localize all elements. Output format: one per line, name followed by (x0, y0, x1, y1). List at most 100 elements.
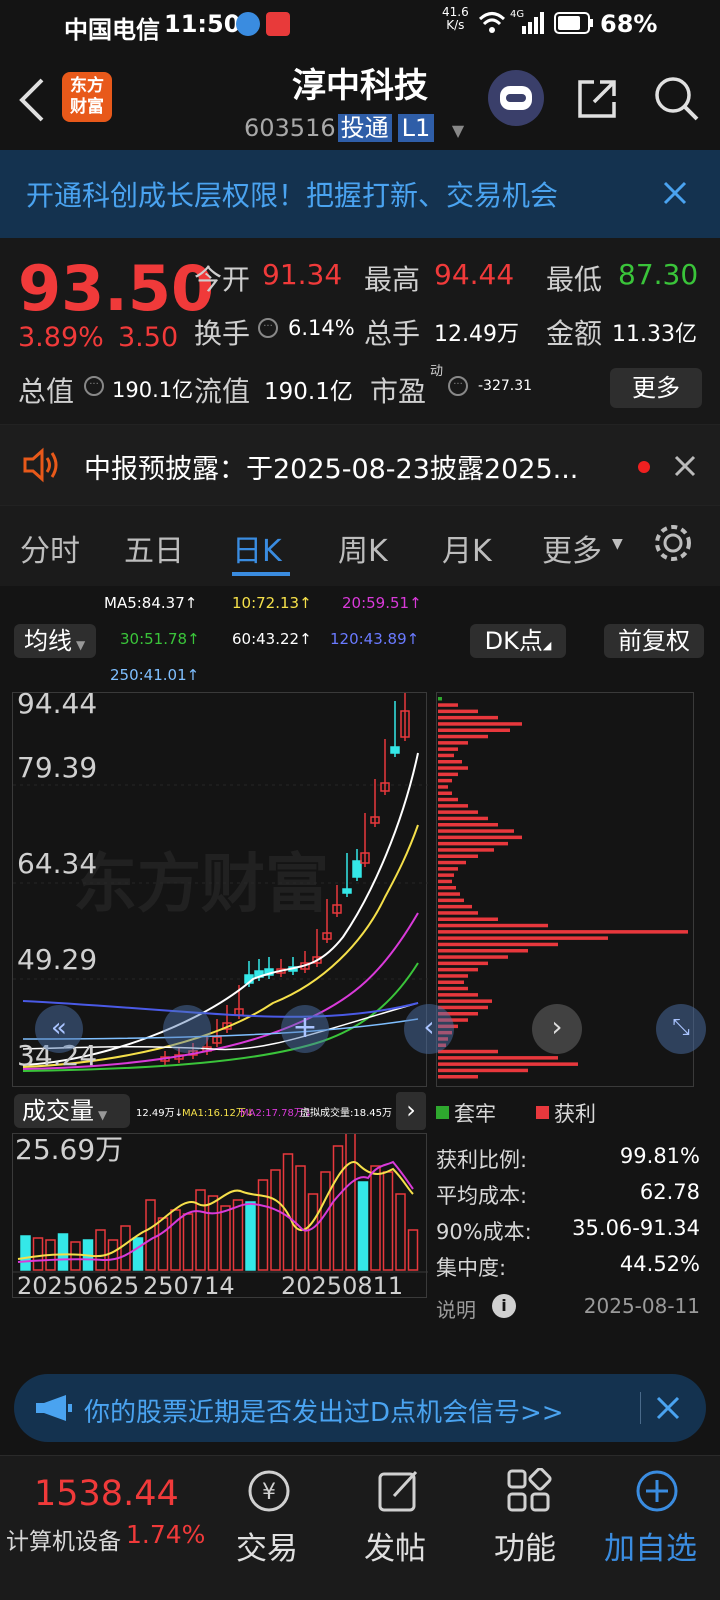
chip-bar (438, 917, 498, 921)
price-tick: 64.34 (17, 847, 98, 880)
tab-daily-k[interactable]: 日K (232, 526, 282, 570)
status-bar: 中国电信 11:50 41.6 K/s 4G 68% (0, 0, 720, 50)
candle (390, 746, 400, 754)
avg-line-selector[interactable]: 均线 ▼ (14, 624, 96, 658)
chip-bar (438, 766, 468, 770)
nav-trade[interactable]: 交易 (236, 1523, 298, 1568)
chip-bar (438, 980, 464, 984)
banner-text: 开通科创成长层权限！把握打新、交易机会 (26, 179, 559, 212)
volume-axis-max: 25.69万 (15, 1133, 124, 1166)
volume-bar (207, 1195, 219, 1271)
nav-add-watchlist[interactable]: 加自选 (604, 1523, 697, 1568)
stock-code-row[interactable]: 603516 投通 L1 ▼ (244, 108, 464, 143)
chip-bar (438, 860, 466, 865)
gear-icon[interactable] (652, 522, 694, 564)
share-icon[interactable] (574, 76, 620, 122)
chip-stats: 套牢 获利 获利比例: 99.81% 平均成本: 62.78 90%成本: 35… (436, 1096, 700, 1326)
volume-bar (332, 1145, 344, 1271)
svg-text:¥: ¥ (262, 1480, 276, 1505)
dropdown-icon[interactable]: ▼ (452, 121, 464, 140)
chip-bar (438, 1049, 498, 1054)
chip-bar (438, 867, 458, 871)
promo-banner[interactable]: 开通科创成长层权限！把握打新、交易机会 (0, 150, 720, 238)
expand-icon[interactable]: ⤡ (656, 1004, 706, 1054)
dk-point-button[interactable]: DK点◢ (470, 624, 566, 658)
index-percent: 1.74% (126, 1520, 206, 1549)
search-icon[interactable] (652, 74, 700, 122)
zoom-in-icon[interactable]: + (281, 1005, 329, 1053)
functions-icon[interactable] (506, 1468, 552, 1514)
volume-chart[interactable]: 25.69万 20250625 250714 20250811 (12, 1133, 428, 1300)
ma20-value: 20:59.51↑ (342, 594, 422, 612)
open-label: 今开 (194, 263, 251, 296)
volume-bar (157, 1217, 169, 1271)
zoom-out-icon[interactable] (163, 1005, 211, 1053)
close-icon[interactable] (656, 1396, 680, 1420)
mktcap-label: 总值 (18, 375, 75, 408)
volume-bar (345, 1134, 356, 1271)
candle (352, 860, 362, 878)
stock-code: 603516 (244, 114, 336, 142)
index-value[interactable]: 1538.44 (34, 1474, 179, 1514)
indicator-selector[interactable]: 成交量 ▼ (14, 1094, 130, 1128)
pe-label: 市盈 (370, 375, 427, 408)
tab-more[interactable]: 更多 (542, 526, 602, 570)
kline-chart[interactable]: 东方财富 94.44 79.39 64.34 49.29 34.24 « + (12, 687, 428, 1087)
info-icon[interactable]: ··· (84, 376, 104, 396)
open-value: 91.34 (262, 258, 343, 291)
adjust-button[interactable]: 前复权 (604, 624, 704, 658)
explain-label[interactable]: 说明 (436, 1294, 476, 1323)
nav-functions[interactable]: 功能 (494, 1523, 556, 1568)
chip-bar (438, 829, 514, 833)
add-watchlist-icon[interactable] (634, 1468, 680, 1514)
volume-bar (220, 1205, 231, 1271)
volume-bar (257, 1179, 269, 1271)
tab-monthly-k[interactable]: 月K (442, 526, 492, 570)
close-icon[interactable] (662, 180, 688, 206)
volume-bar (57, 1233, 69, 1271)
price-tick: 49.29 (17, 943, 98, 976)
trade-icon[interactable]: ¥ (246, 1468, 292, 1514)
volume-ma1-line (17, 1161, 414, 1260)
index-name[interactable]: 计算机设备 (6, 1522, 121, 1556)
volume-bar (245, 1201, 256, 1271)
chip-bar (438, 1056, 558, 1060)
chip-bar (438, 911, 478, 915)
battery-icon (554, 12, 593, 34)
amount-value: 11.33亿 (612, 322, 697, 347)
scroll-left-fast-icon[interactable]: « (35, 1005, 83, 1053)
announcement-bar[interactable]: 中报预披露：于2025-08-23披露2025... (0, 424, 720, 506)
chip-bar (438, 760, 462, 764)
more-button[interactable]: 更多 (610, 368, 702, 408)
robot-assistant-icon[interactable] (488, 70, 544, 126)
close-icon[interactable] (674, 455, 696, 477)
chip-bar (438, 993, 478, 997)
chip-bar (438, 772, 458, 777)
low-label: 最低 (546, 263, 603, 296)
battery-level: 68% (600, 10, 658, 38)
chip-bar (438, 785, 448, 789)
back-icon[interactable] (18, 78, 46, 122)
tab-five-day[interactable]: 五日 (124, 526, 184, 570)
info-icon[interactable]: i (492, 1294, 516, 1318)
chevron-right-icon[interactable]: › (532, 1004, 582, 1054)
legend-profit: 获利 (554, 1102, 596, 1126)
chip-bar (438, 753, 454, 758)
megaphone-icon (36, 1395, 72, 1421)
info-icon[interactable]: ··· (448, 376, 468, 396)
chevron-right-icon[interactable]: › (396, 1092, 426, 1130)
post-icon[interactable] (376, 1468, 422, 1514)
signal-promo-bar[interactable]: 你的股票近期是否发出过D点机会信号>> (14, 1374, 706, 1442)
chip-bar (438, 936, 608, 940)
ma5-line (22, 752, 419, 1066)
volume-bar (370, 1165, 381, 1271)
volume-bar (357, 1181, 369, 1271)
tab-intraday[interactable]: 分时 (20, 526, 80, 570)
eastmoney-logo[interactable]: 东方 财富 (62, 72, 112, 122)
chip-bar (438, 1068, 528, 1073)
nav-post[interactable]: 发帖 (364, 1523, 426, 1568)
tab-weekly-k[interactable]: 周K (338, 526, 388, 570)
info-icon[interactable]: ··· (258, 318, 278, 338)
chevron-left-icon[interactable]: ‹ (404, 1004, 454, 1054)
chip-bar (438, 728, 510, 732)
